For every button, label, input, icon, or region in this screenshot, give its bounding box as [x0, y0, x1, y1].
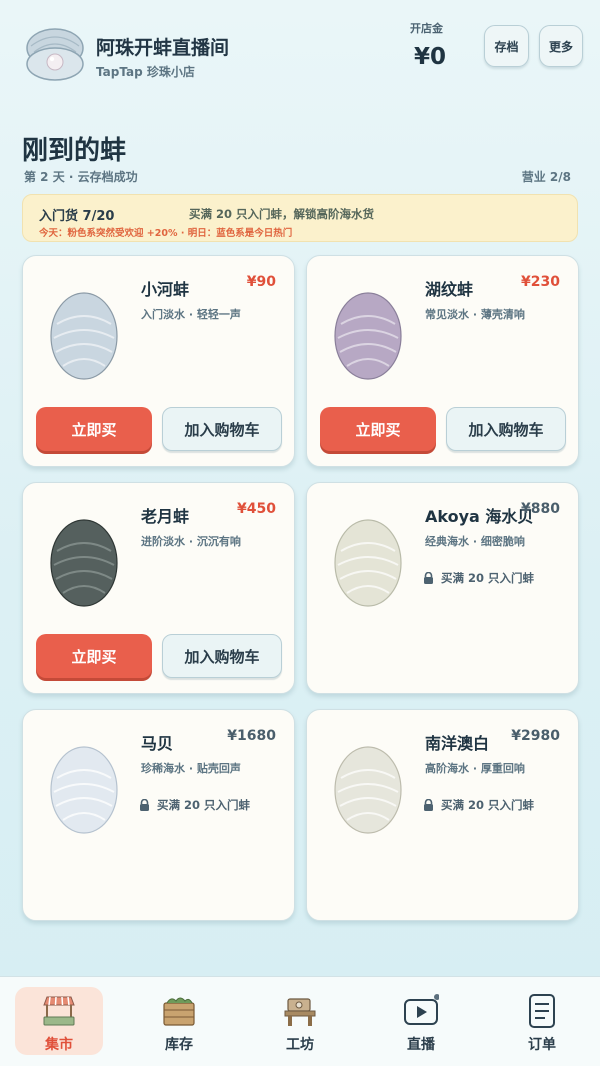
product-card: 湖纹蚌 ¥230 常见淡水 · 薄壳清响 立即买 加入购物车	[306, 255, 579, 467]
clam-shell-icon	[334, 519, 402, 607]
lock-text: 买满 20 只入门蚌	[157, 798, 251, 812]
unlock-banner: 入门货 7/20 买满 20 只入门蚌，解锁高阶海水货 今天：粉色系突然受欢迎 …	[22, 194, 578, 242]
product-price: ¥2980	[511, 728, 560, 744]
nav-tab-workshop[interactable]: 工坊	[256, 987, 344, 1055]
nav-tab-orders[interactable]: 订单	[498, 987, 586, 1055]
product-price: ¥880	[521, 501, 560, 517]
buy-now-button[interactable]: 立即买	[36, 407, 152, 451]
unlock-tip: 买满 20 只入门蚌，解锁高阶海水货	[189, 207, 375, 221]
save-button[interactable]: 存档	[484, 25, 529, 67]
buy-now-button[interactable]: 立即买	[36, 634, 152, 678]
page-title: 刚到的蚌	[22, 136, 127, 166]
add-to-cart-button[interactable]: 加入购物车	[162, 407, 282, 451]
nav-label: 库存	[165, 1037, 193, 1053]
fund-label: 开店金	[410, 22, 443, 35]
product-price: ¥450	[237, 501, 276, 517]
product-name: 老月蚌	[141, 507, 190, 526]
product-price: ¥230	[521, 274, 560, 290]
add-to-cart-button[interactable]: 加入购物车	[446, 407, 566, 451]
product-desc: 珍稀海水 · 贴壳回声	[141, 762, 241, 775]
clam-shell-icon	[50, 519, 118, 607]
product-card: Akoya 海水贝 ¥880 经典海水 · 细密脆响 买满 20 只入门蚌	[306, 482, 579, 694]
nav-tab-live[interactable]: 直播	[377, 987, 465, 1055]
product-name: Akoya 海水贝	[425, 507, 534, 526]
product-card: 老月蚌 ¥450 进阶淡水 · 沉沉有响 立即买 加入购物车	[22, 482, 295, 694]
clam-shell-icon	[334, 746, 402, 834]
trend-text: 今天：粉色系突然受欢迎 +20% · 明日：蓝色系是今日热门	[39, 228, 293, 239]
locked-notice: 买满 20 只入门蚌	[423, 570, 534, 586]
product-name: 湖纹蚌	[425, 280, 474, 299]
locked-notice: 买满 20 只入门蚌	[139, 797, 250, 813]
product-name: 小河蚌	[141, 280, 190, 299]
product-price: ¥1680	[227, 728, 276, 744]
add-to-cart-button[interactable]: 加入购物车	[162, 634, 282, 678]
app-header: 阿珠开蚌直播间 TapTap 珍珠小店 开店金 ¥0 存档 更多	[0, 0, 600, 100]
nav-label: 直播	[407, 1037, 435, 1053]
product-desc: 高阶海水 · 厚重回响	[425, 762, 525, 775]
clam-shell-icon	[334, 292, 402, 380]
starter-count: 入门货 7/20	[39, 209, 115, 224]
lock-text: 买满 20 只入门蚌	[441, 798, 535, 812]
product-card: 南洋澳白 ¥2980 高阶海水 · 厚重回响 买满 20 只入门蚌	[306, 709, 579, 921]
product-name: 马贝	[141, 734, 174, 753]
locked-notice: 买满 20 只入门蚌	[423, 797, 534, 813]
shop-name: TapTap 珍珠小店	[96, 65, 195, 79]
clam-shell-icon	[50, 746, 118, 834]
nav-label: 订单	[528, 1037, 556, 1053]
more-button[interactable]: 更多	[539, 25, 583, 67]
app-title: 阿珠开蚌直播间	[96, 37, 230, 59]
product-desc: 入门淡水 · 轻轻一声	[141, 308, 241, 321]
fund-value: ¥0	[414, 44, 447, 70]
bottom-nav: 集市 库存 工坊 直播 订单	[0, 976, 600, 1066]
live-play-icon	[404, 994, 439, 1025]
lock-text: 买满 20 只入门蚌	[441, 571, 535, 585]
product-name: 南洋澳白	[425, 734, 490, 753]
product-desc: 常见淡水 · 薄壳清响	[425, 308, 525, 321]
crate-icon	[163, 997, 195, 1026]
nav-tab-market[interactable]: 集市	[15, 987, 103, 1055]
nav-label: 工坊	[286, 1037, 314, 1053]
clam-shell-icon	[50, 292, 118, 380]
market-stall-icon	[43, 996, 75, 1026]
lock-icon	[140, 799, 149, 811]
lock-icon	[424, 799, 433, 811]
workshop-icon	[284, 998, 316, 1026]
nav-tab-inventory[interactable]: 库存	[135, 987, 223, 1055]
clam-pearl-logo-icon	[26, 28, 84, 81]
product-card: 小河蚌 ¥90 入门淡水 · 轻轻一声 立即买 加入购物车	[22, 255, 295, 467]
order-list-icon	[529, 994, 555, 1028]
product-card: 马贝 ¥1680 珍稀海水 · 贴壳回声 买满 20 只入门蚌	[22, 709, 295, 921]
buy-now-button[interactable]: 立即买	[320, 407, 436, 451]
product-price: ¥90	[246, 274, 276, 290]
business-progress: 营业 2/8	[521, 170, 571, 184]
lock-icon	[424, 572, 433, 584]
nav-label: 集市	[45, 1037, 73, 1053]
day-status: 第 2 天 · 云存档成功	[24, 170, 138, 184]
product-desc: 进阶淡水 · 沉沉有响	[141, 535, 241, 548]
product-desc: 经典海水 · 细密脆响	[425, 535, 525, 548]
